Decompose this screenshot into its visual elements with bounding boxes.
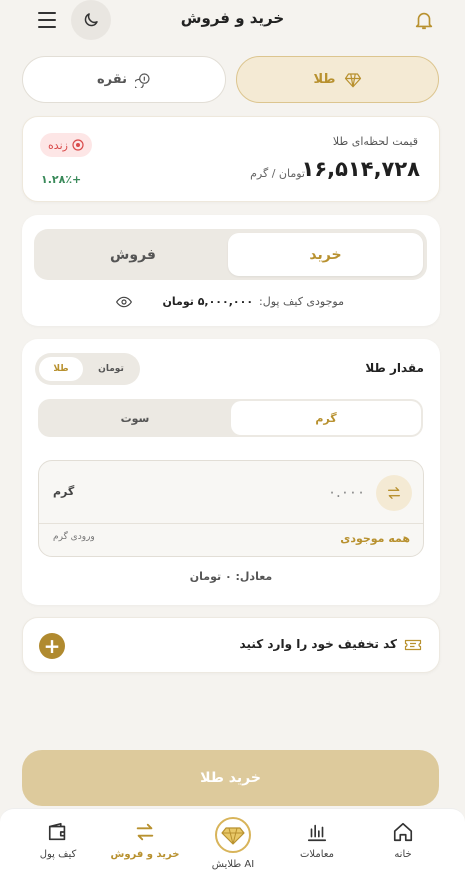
- diamond-icon: [344, 72, 361, 87]
- add-coupon-button[interactable]: +: [39, 633, 65, 659]
- nav-ai[interactable]: طلایش AI: [193, 817, 273, 870]
- swap-icon: [136, 823, 154, 841]
- metal-tabs: طلا نقره: [22, 56, 440, 104]
- amount-input[interactable]: ۰.۰۰۰: [328, 483, 365, 501]
- coupon-card[interactable]: کد تخفیف خود را وارد کنید +: [22, 617, 440, 673]
- page-title: خرید و فروش: [180, 9, 285, 27]
- buy-tab[interactable]: خرید: [228, 233, 423, 276]
- eye-icon[interactable]: [116, 296, 132, 308]
- price-label: قیمت لحظه‌ای طلا: [332, 135, 418, 148]
- buy-gold-button[interactable]: خرید طلا: [22, 750, 439, 806]
- wallet-icon: [48, 822, 66, 841]
- coins-icon: [135, 72, 150, 88]
- unit-toggle: طلا تومان: [35, 353, 140, 385]
- coupon-text: کد تخفیف خود را وارد کنید: [239, 637, 397, 651]
- wallet-balance: موجودی کیف پول: ۵,۰۰۰,۰۰۰ تومان: [163, 295, 345, 308]
- price-change: ۱.۲۸٪+: [41, 173, 82, 186]
- amount-input-box[interactable]: ۰.۰۰۰ گرم همه موجودی ورودی گرم: [38, 460, 424, 557]
- home-icon: [393, 822, 413, 842]
- gold-price: ۱۶,۵۱۴,۷۲۸: [301, 157, 420, 181]
- wallet-balance-label: موجودی کیف پول:: [259, 295, 344, 308]
- tab-gold-label: طلا: [313, 72, 336, 87]
- swap-button[interactable]: [376, 475, 412, 511]
- all-balance-button[interactable]: همه موجودی: [340, 532, 410, 545]
- tab-silver-label: نقره: [97, 72, 127, 87]
- nav-trade[interactable]: خرید و فروش: [105, 821, 185, 860]
- amount-input-unit: گرم: [53, 485, 75, 498]
- equivalent-value: معادل: ۰ تومان: [189, 570, 273, 583]
- amount-title: مقدار طلا: [365, 361, 424, 375]
- amount-card: مقدار طلا طلا تومان گرم سوت ۰.۰۰۰ گرم هم…: [22, 339, 440, 605]
- price-unit: تومان / گرم: [250, 167, 305, 180]
- price-card: قیمت لحظه‌ای طلا ۱۶,۵۱۴,۷۲۸ تومان / گرم …: [22, 116, 440, 202]
- nav-trade-label: خرید و فروش: [110, 849, 180, 860]
- input-divider: [39, 523, 423, 524]
- sout-tab[interactable]: سوت: [40, 401, 230, 435]
- sell-tab[interactable]: فروش: [38, 233, 228, 276]
- unit-toman-option[interactable]: تومان: [85, 357, 137, 381]
- menu-icon[interactable]: [36, 9, 58, 31]
- live-badge: زنده: [40, 133, 92, 157]
- tab-silver[interactable]: نقره: [22, 56, 226, 103]
- top-bar: خرید و فروش: [0, 0, 465, 40]
- nav-home-label: خانه: [394, 849, 412, 860]
- gram-tab[interactable]: گرم: [231, 401, 421, 435]
- input-hint: ورودی گرم: [53, 532, 95, 542]
- theme-toggle-button[interactable]: [71, 0, 111, 40]
- bar-chart-icon: [307, 824, 327, 842]
- bottom-nav: خانه معاملات طلایش AI خرید و فروش کیف پو…: [0, 808, 465, 886]
- weight-unit-segment: گرم سوت: [38, 399, 423, 437]
- nav-wallet-label: کیف پول: [39, 849, 77, 860]
- live-dot-icon: [72, 139, 84, 151]
- tab-gold[interactable]: طلا: [236, 56, 439, 103]
- trade-type-segment: خرید فروش: [34, 229, 427, 280]
- nav-wallet[interactable]: کیف پول: [18, 821, 98, 860]
- ticket-icon: [404, 639, 422, 651]
- nav-transactions[interactable]: معاملات: [277, 821, 357, 860]
- nav-ai-label: طلایش AI: [211, 859, 255, 870]
- nav-transactions-label: معاملات: [300, 849, 334, 860]
- bell-icon[interactable]: [413, 8, 435, 32]
- unit-gold-option[interactable]: طلا: [39, 357, 83, 381]
- moon-icon: [84, 13, 98, 27]
- nav-home[interactable]: خانه: [363, 821, 443, 860]
- ai-logo-icon: [215, 817, 251, 853]
- live-label: زنده: [48, 138, 68, 152]
- swap-icon: [388, 487, 400, 499]
- wallet-balance-value: ۵,۰۰۰,۰۰۰ تومان: [162, 295, 254, 308]
- trade-card: خرید فروش موجودی کیف پول: ۵,۰۰۰,۰۰۰ توما…: [22, 215, 440, 326]
